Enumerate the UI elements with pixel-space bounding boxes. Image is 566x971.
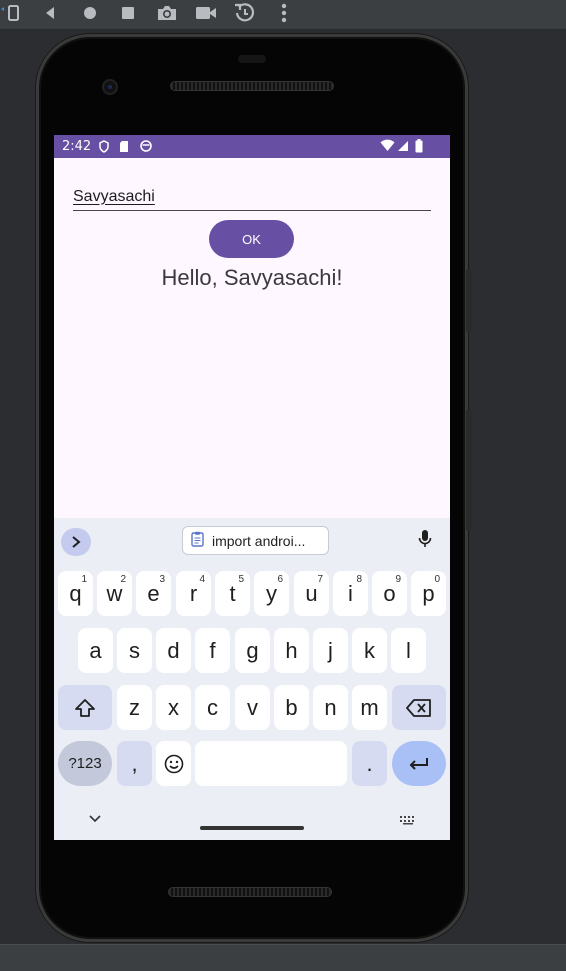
rotate-icon[interactable] — [0, 2, 22, 24]
home-icon[interactable] — [80, 2, 100, 24]
emoji-icon — [164, 754, 183, 773]
wifi-icon — [380, 139, 395, 156]
overview-icon[interactable] — [118, 2, 138, 24]
camera-icon[interactable] — [155, 2, 179, 24]
key-o[interactable]: o9 — [372, 571, 407, 616]
signal-icon — [397, 140, 409, 156]
key-m[interactable]: m — [352, 685, 387, 730]
chevron-down-icon[interactable] — [89, 808, 101, 827]
greeting-text: Hello, Savyasachi! — [161, 265, 343, 290]
clipboard-suggestion-text: import androi... — [212, 532, 306, 549]
key-e[interactable]: e3 — [136, 571, 171, 616]
enter-key[interactable] — [392, 741, 446, 786]
shift-key[interactable] — [58, 685, 112, 730]
proximity-sensor — [238, 55, 266, 63]
shift-icon — [75, 698, 95, 717]
name-input[interactable] — [73, 185, 431, 211]
enter-icon — [409, 757, 428, 770]
chevron-right-icon — [72, 536, 81, 548]
keyboard-toolbar-toggle[interactable] — [61, 528, 91, 556]
battery-icon — [415, 139, 423, 157]
front-camera — [102, 79, 118, 95]
key-w[interactable]: w2 — [97, 571, 132, 616]
key-f[interactable]: f — [195, 628, 230, 673]
volume-rocker[interactable] — [466, 410, 472, 530]
key-i[interactable]: i8 — [333, 571, 368, 616]
keyboard-icon[interactable] — [399, 810, 417, 829]
more-icon[interactable] — [276, 2, 292, 24]
key-r[interactable]: r4 — [176, 571, 211, 616]
key-p[interactable]: p0 — [411, 571, 446, 616]
key-q[interactable]: q1 — [58, 571, 93, 616]
key-h[interactable]: h — [274, 628, 309, 673]
key-z[interactable]: z — [117, 685, 152, 730]
key-y[interactable]: y6 — [254, 571, 289, 616]
key-s[interactable]: s — [117, 628, 152, 673]
ok-button[interactable]: OK — [209, 220, 294, 258]
status-time: 2:42 — [62, 139, 92, 154]
key-x[interactable]: x — [156, 685, 191, 730]
period-key[interactable]: . — [352, 741, 387, 786]
key-g[interactable]: g — [235, 628, 270, 673]
clipboard-suggestion-chip[interactable]: import androi... — [182, 526, 329, 555]
backspace-key[interactable] — [392, 685, 446, 730]
key-t[interactable]: t5 — [215, 571, 250, 616]
snapshot-icon[interactable] — [233, 2, 257, 24]
earpiece-speaker — [170, 81, 334, 91]
video-icon[interactable] — [194, 2, 218, 24]
emulator-toolbar — [0, 0, 566, 30]
soft-keyboard: import androi... q1 w2 e3 r4 t5 y6 u7 i8… — [54, 518, 450, 840]
bottom-speaker — [168, 887, 332, 897]
sd-card-icon — [119, 140, 129, 157]
symbols-key[interactable]: ?123 — [58, 741, 112, 786]
backspace-icon — [406, 698, 431, 717]
key-l[interactable]: l — [391, 628, 426, 673]
key-b[interactable]: b — [274, 685, 309, 730]
key-c[interactable]: c — [195, 685, 230, 730]
face-icon — [140, 140, 152, 156]
key-d[interactable]: d — [156, 628, 191, 673]
key-a[interactable]: a — [78, 628, 113, 673]
shield-icon — [99, 140, 109, 157]
back-icon[interactable] — [40, 2, 60, 24]
status-bar: 2:42 — [54, 135, 450, 158]
key-n[interactable]: n — [313, 685, 348, 730]
device-screen: 2:42 OK Hello, Savyasachi! im — [54, 135, 450, 840]
clipboard-icon — [191, 531, 204, 550]
key-v[interactable]: v — [235, 685, 270, 730]
power-button[interactable] — [466, 270, 472, 332]
microphone-icon[interactable] — [418, 529, 432, 553]
comma-key[interactable]: , — [117, 741, 152, 786]
key-j[interactable]: j — [313, 628, 348, 673]
key-u[interactable]: u7 — [294, 571, 329, 616]
gesture-nav-handle[interactable] — [200, 826, 304, 830]
space-key[interactable] — [195, 741, 347, 786]
ide-bottom-bar — [0, 944, 566, 971]
emoji-key[interactable] — [156, 741, 191, 786]
key-k[interactable]: k — [352, 628, 387, 673]
